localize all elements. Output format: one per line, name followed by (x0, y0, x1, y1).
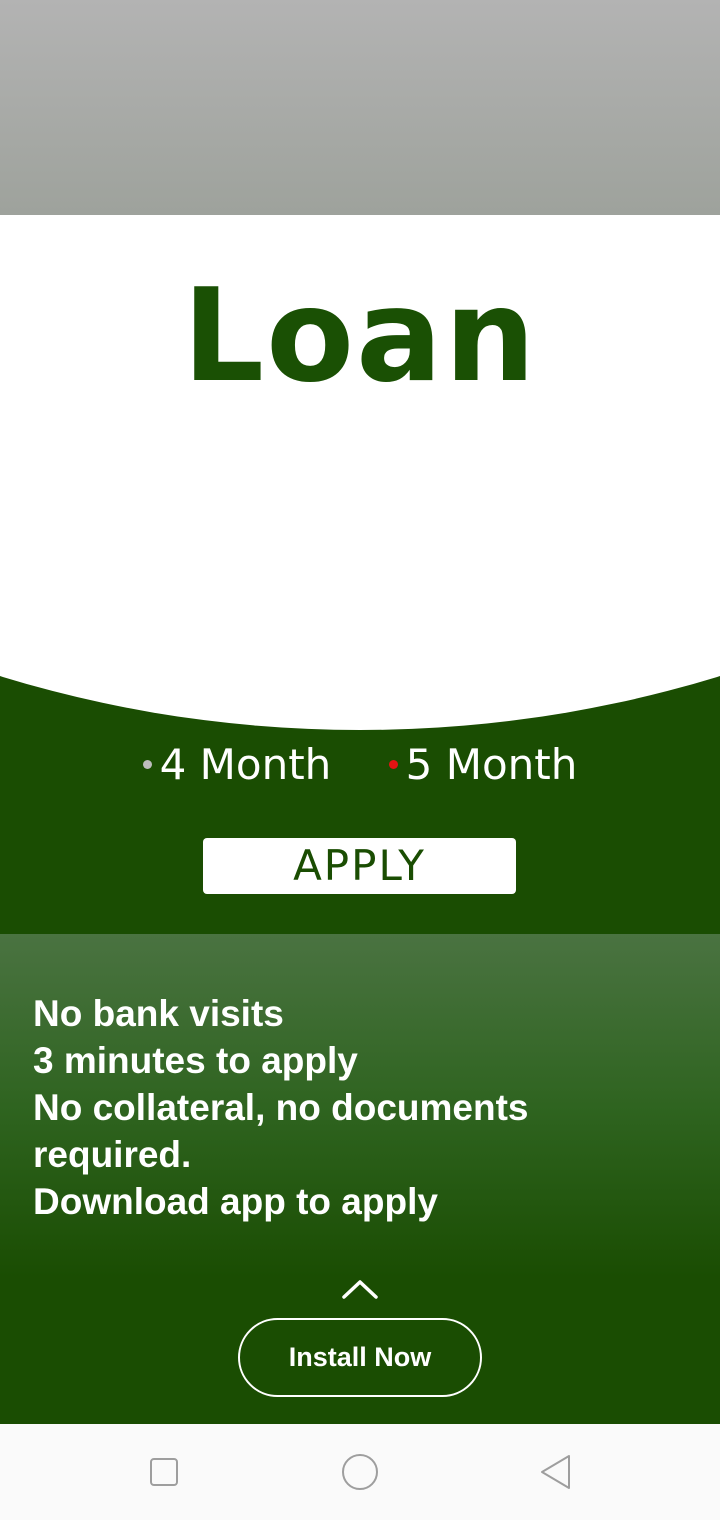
ad-title: Loan (182, 262, 538, 411)
feature-item: No collateral, no documents required. (33, 1087, 529, 1175)
loan-terms: 4 Month 5 Month (0, 727, 720, 793)
install-now-button[interactable]: Install Now (238, 1318, 482, 1397)
chevron-up-icon[interactable] (342, 1277, 378, 1301)
apply-button[interactable]: APPLY (203, 838, 516, 894)
navigation-bar (0, 1424, 720, 1520)
term-option-5-month: 5 Month (388, 737, 578, 793)
term-label: 4 Month (159, 739, 332, 789)
info-panel: No bank visits 3 minutes to apply No col… (0, 934, 720, 1424)
term-dot-icon (388, 760, 398, 769)
loan-amount: KSH 10,000 (120, 593, 599, 686)
term-label: 5 Month (405, 739, 578, 789)
circle-icon (342, 1454, 378, 1490)
triangle-back-icon (541, 1455, 570, 1489)
home-button[interactable] (340, 1452, 380, 1492)
recent-apps-button[interactable] (144, 1452, 184, 1492)
feature-item: 3 minutes to apply (33, 1040, 358, 1081)
term-dot-icon (142, 760, 152, 769)
ad-banner[interactable]: Loan KSH 10,000 4 Month 5 Month APPLY (0, 215, 720, 935)
term-option-4-month: 4 Month (142, 737, 332, 793)
feature-item: No bank visits (33, 993, 284, 1034)
back-button[interactable] (536, 1452, 576, 1492)
feature-item: Download app to apply (33, 1181, 438, 1222)
feature-list: No bank visits 3 minutes to apply No col… (33, 990, 683, 1225)
square-icon (150, 1458, 178, 1486)
status-area (0, 0, 720, 215)
